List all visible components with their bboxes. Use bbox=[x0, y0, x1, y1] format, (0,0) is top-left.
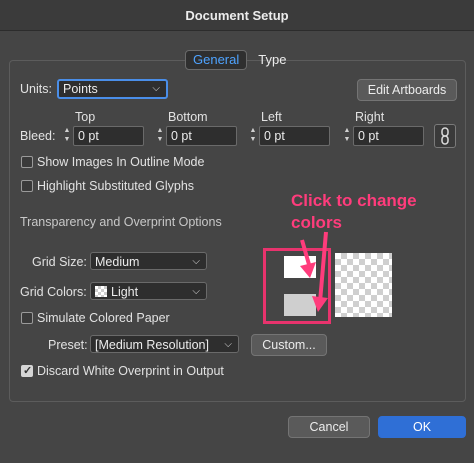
transparency-grid-preview bbox=[335, 253, 392, 317]
chevron-down-icon: ⌵ bbox=[192, 256, 200, 267]
preset-label: Preset: bbox=[48, 338, 88, 352]
tab-general[interactable]: General bbox=[185, 50, 248, 70]
grid-size-select[interactable]: Medium ⌵ bbox=[90, 252, 207, 270]
bleed-top-stepper[interactable]: ▲ ▼ bbox=[62, 126, 72, 146]
chevron-down-icon: ⌵ bbox=[192, 286, 200, 297]
bleed-bottom-stepper[interactable]: ▲ ▼ bbox=[155, 126, 165, 146]
highlight-glyphs-checkbox[interactable] bbox=[21, 180, 33, 192]
bleed-bottom-input[interactable]: 0 pt bbox=[166, 126, 237, 146]
bleed-top-input[interactable]: 0 pt bbox=[73, 126, 144, 146]
show-images-checkbox[interactable] bbox=[21, 156, 33, 168]
simulate-paper-checkbox[interactable] bbox=[21, 312, 33, 324]
grid-colors-label: Grid Colors: bbox=[20, 285, 87, 299]
tab-bar: General Type bbox=[185, 50, 293, 70]
annotation-text: Click to change colors bbox=[291, 191, 417, 232]
tab-type[interactable]: Type bbox=[251, 50, 293, 70]
simulate-paper-label: Simulate Colored Paper bbox=[37, 311, 170, 325]
discard-white-label: Discard White Overprint in Output bbox=[37, 364, 224, 378]
grid-size-value: Medium bbox=[95, 255, 140, 269]
ok-button[interactable]: OK bbox=[378, 416, 466, 438]
link-icon[interactable] bbox=[434, 124, 456, 148]
bleed-right-stepper[interactable]: ▲ ▼ bbox=[342, 126, 352, 146]
preset-value: [Medium Resolution] bbox=[95, 338, 209, 352]
bleed-label: Bleed: bbox=[20, 129, 56, 143]
grid-colors-select[interactable]: Light ⌵ bbox=[90, 282, 207, 300]
bleed-bottom-label: Bottom bbox=[168, 110, 208, 124]
bleed-right-input[interactable]: 0 pt bbox=[353, 126, 424, 146]
edit-artboards-button[interactable]: Edit Artboards bbox=[357, 79, 457, 101]
window-title: Document Setup bbox=[185, 8, 289, 23]
units-select[interactable]: Points ⌵ bbox=[57, 79, 168, 99]
chevron-down-icon: ⌵ bbox=[224, 339, 232, 350]
discard-white-checkbox[interactable] bbox=[21, 364, 33, 377]
annotation-arrows bbox=[300, 231, 328, 312]
chevron-down-icon: ⌵ bbox=[152, 83, 160, 94]
preset-select[interactable]: [Medium Resolution] ⌵ bbox=[90, 335, 239, 353]
grid-colors-value: Light bbox=[111, 285, 139, 299]
title-bar: Document Setup bbox=[0, 0, 474, 31]
bleed-top-label: Top bbox=[75, 110, 96, 124]
grid-size-label: Grid Size: bbox=[32, 255, 87, 269]
bleed-left-stepper[interactable]: ▲ ▼ bbox=[248, 126, 258, 146]
cancel-button[interactable]: Cancel bbox=[288, 416, 370, 438]
section-heading: Transparency and Overprint Options bbox=[20, 215, 222, 229]
bleed-left-input[interactable]: 0 pt bbox=[259, 126, 330, 146]
show-images-label: Show Images In Outline Mode bbox=[37, 155, 205, 169]
units-label: Units: bbox=[20, 82, 52, 96]
custom-button[interactable]: Custom... bbox=[251, 334, 327, 356]
bleed-right-label: Right bbox=[355, 110, 385, 124]
checker-swatch-icon bbox=[95, 286, 107, 297]
highlight-glyphs-label: Highlight Substituted Glyphs bbox=[37, 179, 195, 193]
bleed-left-label: Left bbox=[261, 110, 282, 124]
units-value: Points bbox=[63, 82, 98, 96]
